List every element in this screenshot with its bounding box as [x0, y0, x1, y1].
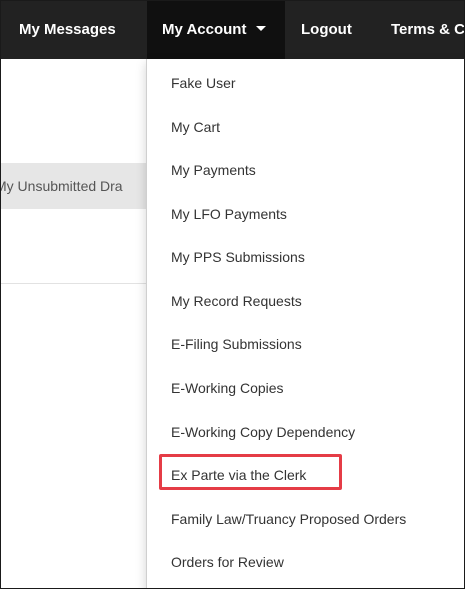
menu-item-my-pps-submissions[interactable]: My PPS Submissions	[171, 245, 305, 269]
menu-item-my-payments[interactable]: My Payments	[171, 158, 256, 182]
my-account-dropdown-menu: Fake User My Cart My Payments My LFO Pay…	[146, 59, 464, 588]
menu-item-fake-user[interactable]: Fake User	[171, 71, 236, 95]
nav-logout[interactable]: Logout	[301, 1, 371, 59]
menu-item-e-filing-submissions[interactable]: E-Filing Submissions	[171, 332, 302, 356]
nav-my-messages-label: My Messages	[19, 21, 116, 38]
nav-logout-label: Logout	[301, 21, 352, 38]
top-navbar: My Messages My Account Logout Terms & C	[1, 1, 464, 59]
menu-item-family-law-truancy-proposed-orders[interactable]: Family Law/Truancy Proposed Orders	[171, 507, 406, 531]
nav-terms[interactable]: Terms & C	[391, 1, 464, 59]
unsubmitted-drafts-tab[interactable]: My Unsubmitted Dra	[1, 163, 149, 209]
nav-my-messages[interactable]: My Messages	[19, 1, 137, 59]
menu-item-my-lfo-payments[interactable]: My LFO Payments	[171, 202, 287, 226]
menu-item-e-working-copy-dependency[interactable]: E-Working Copy Dependency	[171, 420, 355, 444]
highlight-annotation	[159, 454, 342, 490]
menu-item-my-record-requests[interactable]: My Record Requests	[171, 289, 302, 313]
nav-my-account-label: My Account	[162, 21, 247, 38]
caret-down-icon	[256, 25, 267, 31]
menu-item-my-cart[interactable]: My Cart	[171, 115, 220, 139]
browser-viewport: My Messages My Account Logout Terms & C …	[0, 0, 465, 589]
nav-terms-label: Terms & C	[391, 21, 464, 38]
menu-item-orders-for-review[interactable]: Orders for Review	[171, 550, 284, 574]
menu-item-e-working-copies[interactable]: E-Working Copies	[171, 376, 284, 400]
divider	[1, 283, 149, 284]
nav-my-account[interactable]: My Account	[147, 1, 285, 59]
unsubmitted-drafts-tab-label: My Unsubmitted Dra	[1, 178, 123, 194]
